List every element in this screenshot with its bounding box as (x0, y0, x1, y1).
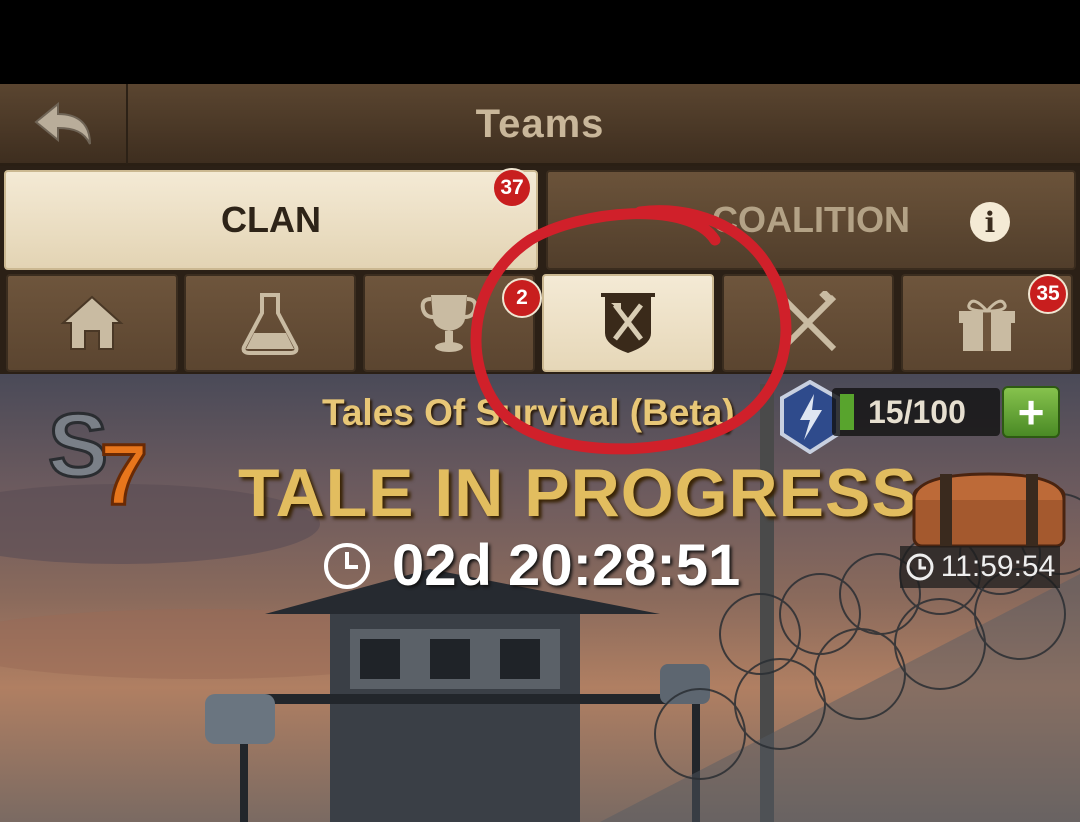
header-bar: Teams (0, 84, 1080, 166)
clan-notification-badge: 37 (492, 168, 532, 208)
season-7-logo: S 7 (47, 396, 150, 516)
crossed-weapons-icon (779, 291, 837, 352)
tale-status: TALE IN PROGRESS (238, 455, 918, 531)
back-arrow-icon (34, 101, 91, 145)
event-countdown: 02d 20:28:51 (322, 532, 740, 599)
chest-timer-text: 11:59:54 (940, 550, 1056, 583)
tab-clan-label: CLAN (221, 199, 321, 240)
trophy-notification-badge: 2 (502, 278, 542, 318)
energy-count: 15/100 (868, 394, 966, 430)
crossed-tools-banner-icon (601, 293, 655, 353)
subtab-tales[interactable] (542, 274, 714, 372)
tab-coalition-label: COALITION (712, 199, 910, 240)
top-black-bar (0, 0, 1080, 84)
subtab-home[interactable] (6, 274, 178, 372)
clan-subtabs: 2 35 (0, 274, 1080, 374)
energy-fill (840, 394, 854, 430)
tab-coalition[interactable]: COALITION i (546, 170, 1076, 270)
page-title: Teams (475, 102, 605, 146)
small-clock-icon (906, 553, 934, 581)
energy-meter: 15/100 (832, 388, 1000, 436)
home-icon (60, 295, 124, 350)
countdown-text: 02d 20:28:51 (392, 533, 741, 598)
subtab-war[interactable] (722, 274, 894, 372)
event-banner: S 7 Tales Of Survival (Beta) 15/100 + TA… (0, 374, 1080, 822)
svg-text:7: 7 (100, 427, 148, 516)
gift-icon (959, 299, 1015, 351)
gifts-notification-badge: 35 (1028, 274, 1068, 314)
chest-timer: 11:59:54 (900, 546, 1060, 588)
add-energy-button[interactable]: + (1002, 386, 1060, 438)
flask-icon (241, 293, 299, 355)
team-tabs: CLAN 37 COALITION i (0, 166, 1080, 274)
trophy-icon (420, 295, 478, 352)
event-title: Tales Of Survival (Beta) (322, 392, 735, 433)
treasure-chest-icon[interactable] (910, 470, 1068, 550)
subtab-research[interactable] (184, 274, 356, 372)
clock-icon (324, 542, 370, 589)
info-icon[interactable]: i (970, 202, 1010, 242)
back-button[interactable] (0, 84, 128, 164)
tab-clan[interactable]: CLAN (4, 170, 538, 270)
